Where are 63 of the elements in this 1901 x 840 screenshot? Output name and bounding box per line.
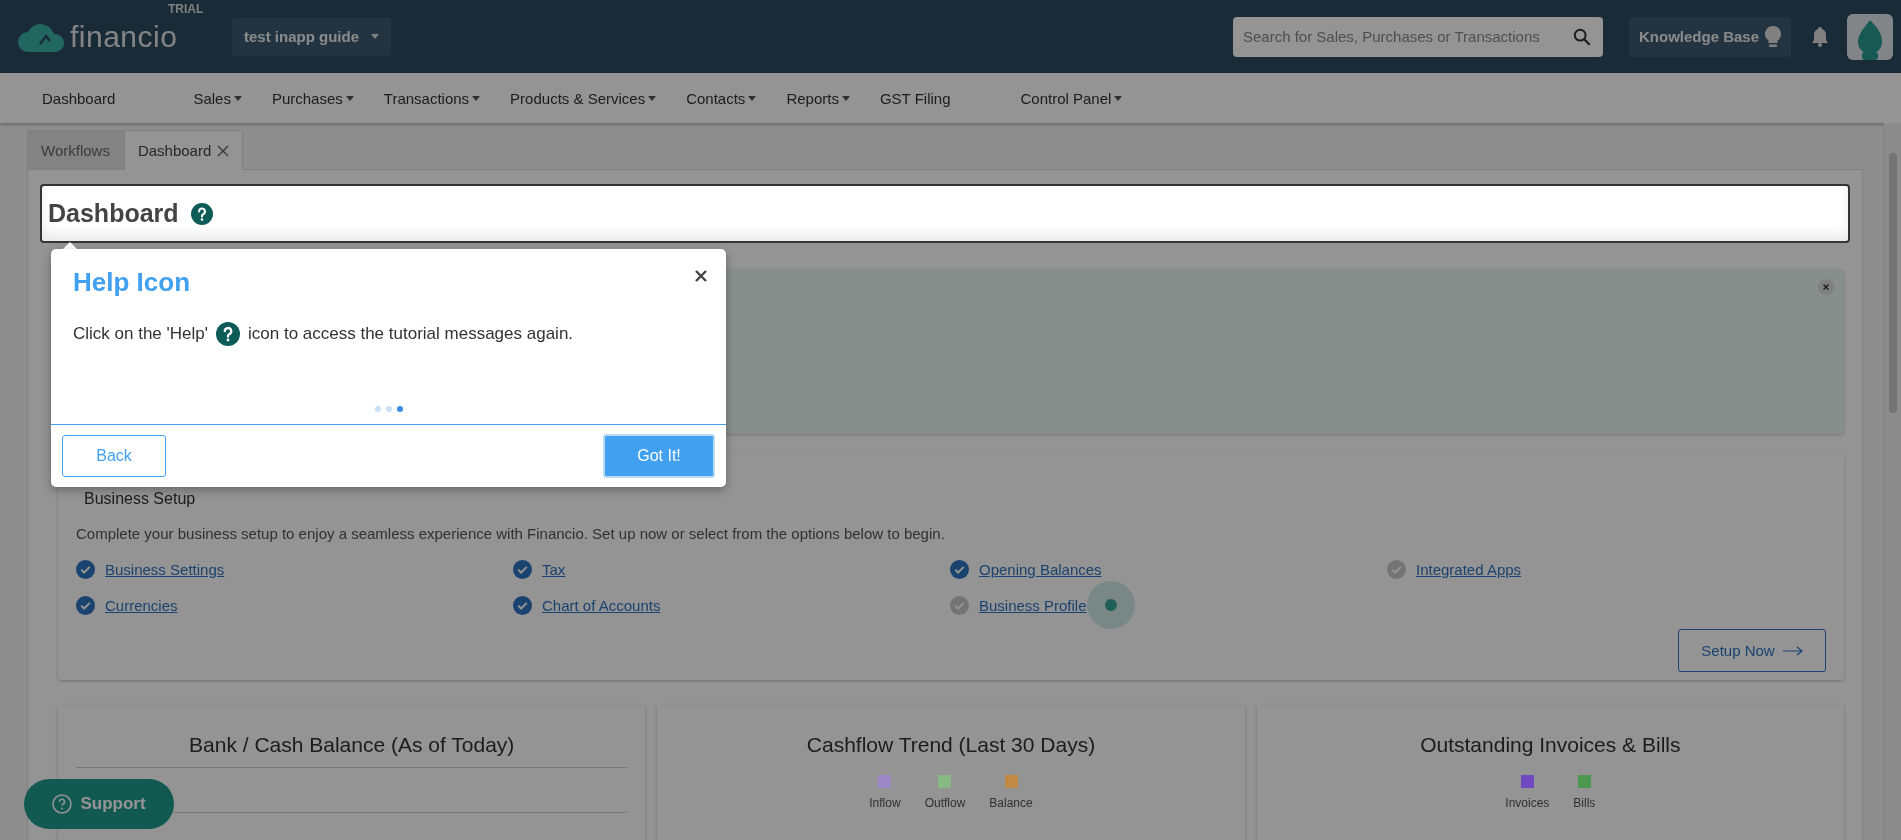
widget-title: Bank / Cash Balance (As of Today) <box>76 733 628 768</box>
setup-description: Complete your business setup to enjoy a seamless experience with Financio. Set up now or select from the options below to begin. <box>76 525 946 542</box>
cloud-logo-icon <box>18 21 66 52</box>
step-dot[interactable] <box>396 406 403 412</box>
close-icon[interactable] <box>694 269 708 283</box>
back-button[interactable]: Back <box>62 435 166 477</box>
caret-icon <box>648 95 657 101</box>
legend-label: Outflow <box>924 796 966 810</box>
knowledge-base-button[interactable]: Knowledge Base <box>1628 16 1791 57</box>
caret-icon <box>1114 95 1123 101</box>
setup-link[interactable]: Opening Balances <box>979 561 1102 578</box>
caret-icon <box>748 95 757 101</box>
lightbulb-icon <box>1765 25 1781 48</box>
user-avatar[interactable] <box>1847 13 1893 60</box>
setup-link[interactable]: Integrated Apps <box>1416 561 1522 578</box>
page-title: Dashboard <box>48 199 179 228</box>
help-icon <box>216 322 240 346</box>
legend-label: Inflow <box>869 796 901 810</box>
page-tab[interactable]: Dashboard <box>123 130 244 170</box>
nav-menu-item[interactable]: Sales <box>193 89 242 107</box>
caret-icon <box>233 95 242 101</box>
nav-menu-item[interactable]: GST Filing <box>879 89 951 107</box>
bell-icon[interactable] <box>1811 26 1829 47</box>
legend-label: Invoices <box>1505 796 1550 810</box>
setup-link[interactable]: Business Settings <box>105 561 225 578</box>
setup-link[interactable]: Currencies <box>105 597 178 614</box>
nav-menu-item[interactable]: Products & Services <box>510 89 657 107</box>
caret-icon <box>472 95 481 101</box>
popover-text: Click on the 'Help' <box>73 324 208 344</box>
caret-icon <box>345 95 354 101</box>
step-dot[interactable] <box>374 406 381 412</box>
nav-menu-item[interactable]: Dashboard <box>42 89 116 107</box>
logo-text: financio <box>70 19 178 54</box>
card-title: Business Setup <box>84 489 197 509</box>
nav-menu-item[interactable]: Transactions <box>383 89 481 107</box>
widget-title: Cashflow Trend (Last 30 Days) <box>805 733 1097 757</box>
search-field[interactable]: Search for Sales, Purchases or Transactions <box>1232 16 1603 57</box>
trial-label: TRIAL <box>168 1 204 16</box>
widget-title: Outstanding Invoices & Bills <box>1419 733 1682 757</box>
nav-menu-item[interactable]: Control Panel <box>1020 89 1123 107</box>
organization-dropdown[interactable]: test inapp guide <box>232 17 391 56</box>
help-circle-icon <box>52 794 73 814</box>
nav-menu-item[interactable]: Reports <box>786 89 850 107</box>
caret-icon <box>371 34 379 39</box>
caret-icon <box>841 95 850 101</box>
nav-menu-item[interactable]: Contacts <box>686 89 757 107</box>
popover-text: icon to access the tutorial messages again. <box>248 324 574 344</box>
search-icon[interactable] <box>1572 27 1591 46</box>
setup-link[interactable]: Tax <box>542 561 566 578</box>
step-dot[interactable] <box>385 406 392 412</box>
legend-label: Bills <box>1573 796 1596 810</box>
legend-label: Balance <box>989 796 1033 810</box>
got-it-button[interactable]: Got It! <box>603 434 715 478</box>
support-button[interactable]: Support <box>24 779 174 829</box>
page-tab[interactable]: Workflows <box>27 130 124 169</box>
setup-link[interactable]: Business Profile <box>979 597 1087 614</box>
close-icon[interactable] <box>1818 279 1834 295</box>
setup-now-button[interactable]: Setup Now <box>1678 629 1826 672</box>
setup-link[interactable]: Chart of Accounts <box>542 597 661 614</box>
help-icon[interactable] <box>190 202 213 225</box>
arrow-right-icon <box>1782 645 1803 656</box>
nav-menu-item[interactable]: Purchases <box>271 89 354 107</box>
popover-title: Help Icon <box>73 267 190 298</box>
